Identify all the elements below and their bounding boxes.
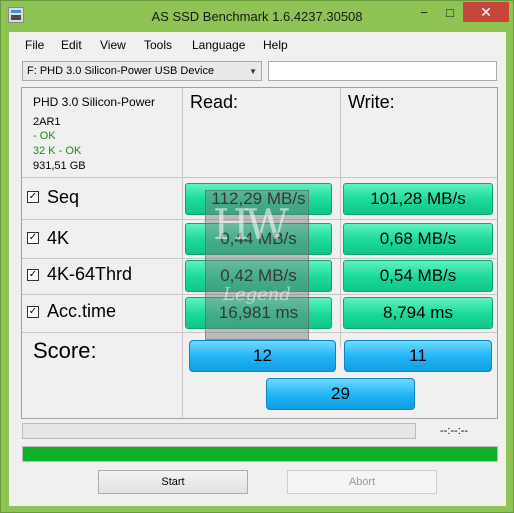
menu-bar: File Edit View Tools Language Help bbox=[9, 32, 506, 56]
watermark-logo: HW bbox=[213, 200, 289, 249]
grid-row-line-1 bbox=[22, 177, 497, 178]
elapsed-time: --:--:-- bbox=[440, 425, 469, 437]
abort-button[interactable]: Abort bbox=[287, 470, 437, 494]
menu-edit[interactable]: Edit bbox=[61, 38, 82, 52]
grid-divider-1 bbox=[182, 88, 183, 418]
grid-divider-2 bbox=[340, 88, 341, 348]
menu-language[interactable]: Language bbox=[192, 38, 245, 52]
menu-file[interactable]: File bbox=[25, 38, 44, 52]
menu-help[interactable]: Help bbox=[263, 38, 288, 52]
seq-checkbox[interactable]: ✓ bbox=[27, 191, 39, 203]
minimize-button[interactable]: − bbox=[411, 2, 437, 22]
overall-progress-bar bbox=[22, 446, 498, 462]
device-firmware: 2AR1 bbox=[33, 116, 61, 128]
4k-write-result: 0,68 MB/s bbox=[343, 223, 493, 255]
menu-tools[interactable]: Tools bbox=[144, 38, 172, 52]
test-progress-bar bbox=[22, 423, 416, 439]
drive-select-value: F: PHD 3.0 Silicon-Power USB Device bbox=[27, 65, 215, 77]
acctime-checkbox[interactable]: ✓ bbox=[27, 306, 39, 318]
4k64-checkbox[interactable]: ✓ bbox=[27, 269, 39, 281]
menu-view[interactable]: View bbox=[100, 38, 126, 52]
score-label: Score: bbox=[33, 338, 97, 363]
start-button[interactable]: Start bbox=[98, 470, 248, 494]
4k-label: 4K bbox=[47, 228, 70, 248]
app-window: AS SSD Benchmark 1.6.4237.30508 − □ ✕ Fi… bbox=[0, 0, 514, 513]
4k64-write-result: 0,54 MB/s bbox=[343, 260, 493, 292]
score-write: 11 bbox=[344, 340, 492, 372]
client-area: File Edit View Tools Language Help F: PH… bbox=[9, 32, 506, 506]
overall-progress-fill bbox=[23, 447, 497, 461]
options-text-field[interactable] bbox=[268, 61, 497, 81]
device-size: 931,51 GB bbox=[33, 160, 86, 172]
maximize-button[interactable]: □ bbox=[437, 2, 463, 22]
device-status-2: 32 K - OK bbox=[33, 145, 82, 157]
chevron-down-icon[interactable]: ▼ bbox=[249, 67, 257, 76]
title-bar[interactable]: AS SSD Benchmark 1.6.4237.30508 − □ ✕ bbox=[1, 1, 513, 31]
device-name: PHD 3.0 Silicon-Power bbox=[33, 95, 156, 109]
seq-write-result: 101,28 MB/s bbox=[343, 183, 493, 215]
watermark-text: Legend bbox=[223, 284, 291, 305]
seq-label: Seq bbox=[47, 187, 80, 207]
column-read-header: Read: bbox=[190, 92, 239, 112]
4k-checkbox[interactable]: ✓ bbox=[27, 232, 39, 244]
score-read: 12 bbox=[189, 340, 336, 372]
4k64-label: 4K-64Thrd bbox=[47, 264, 133, 284]
acctime-write-result: 8,794 ms bbox=[343, 297, 493, 329]
acctime-label: Acc.time bbox=[47, 301, 117, 321]
close-button[interactable]: ✕ bbox=[463, 2, 509, 22]
column-write-header: Write: bbox=[348, 92, 395, 112]
score-total: 29 bbox=[266, 378, 415, 410]
device-status-1: - OK bbox=[33, 130, 56, 142]
drive-select[interactable]: F: PHD 3.0 Silicon-Power USB Device ▼ bbox=[22, 61, 262, 81]
